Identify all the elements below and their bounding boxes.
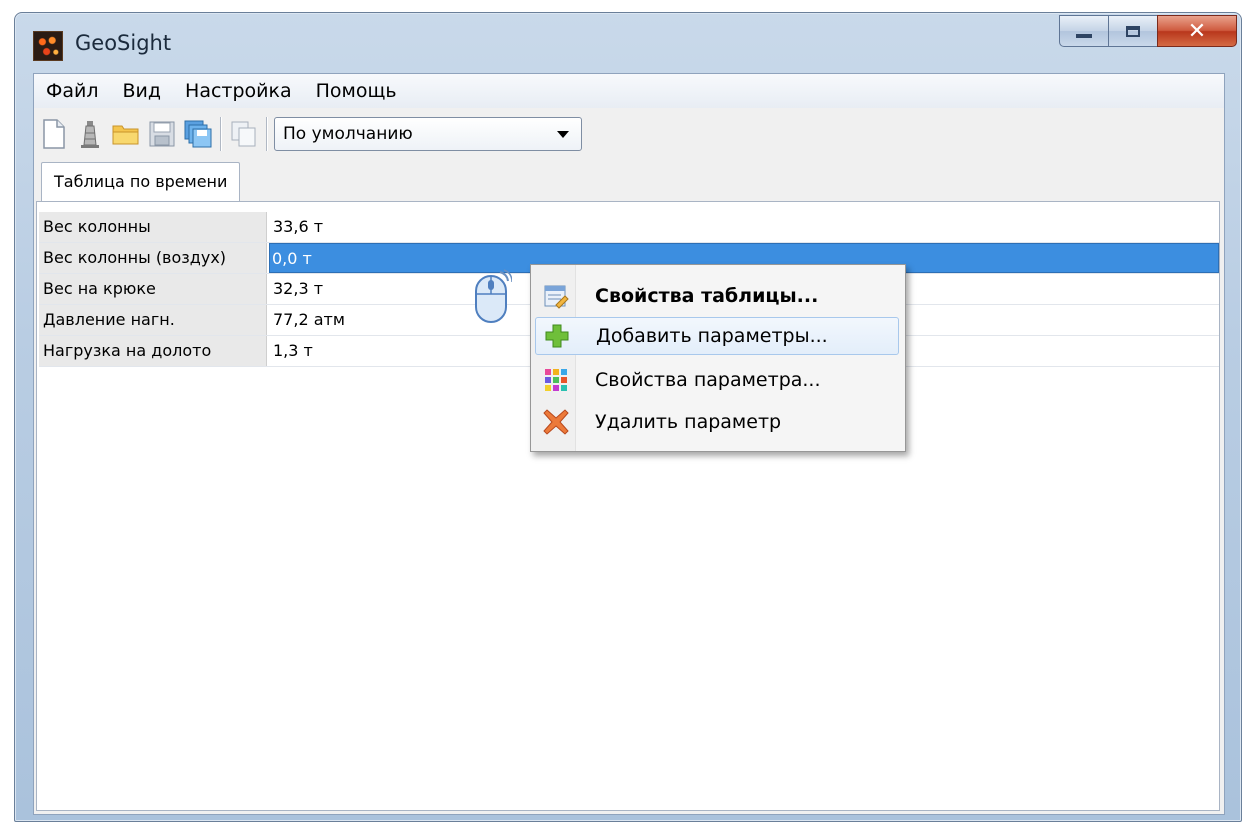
close-button[interactable]: ✕ xyxy=(1157,15,1237,47)
minimize-button[interactable] xyxy=(1059,15,1109,47)
color-grid-icon xyxy=(545,369,567,391)
param-name: Давление нагн. xyxy=(39,305,267,335)
preset-select-value: По умолчанию xyxy=(283,124,413,144)
menu-table-properties-label: Свойства таблицы... xyxy=(595,285,819,307)
right-click-mouse-icon xyxy=(475,269,512,323)
minimize-icon xyxy=(1076,34,1092,38)
menu-help[interactable]: Помощь xyxy=(304,74,409,108)
close-icon: ✕ xyxy=(1187,18,1207,44)
new-document-button[interactable] xyxy=(38,116,70,152)
chevron-down-icon xyxy=(557,130,569,138)
tower-icon xyxy=(81,121,99,148)
tab-time-table[interactable]: Таблица по времени xyxy=(41,162,241,203)
table-row[interactable]: Вес колонны 33,6 т xyxy=(39,212,1219,243)
save-all-button[interactable] xyxy=(182,116,214,152)
save-icon xyxy=(149,121,175,147)
toolbar: По умолчанию xyxy=(34,110,1228,158)
menu-delete-parameter[interactable]: Удалить параметр xyxy=(535,403,899,441)
open-folder-button[interactable] xyxy=(110,116,142,152)
title-bar[interactable]: GeoSight ✕ xyxy=(15,13,1241,73)
maximize-icon xyxy=(1126,25,1140,37)
save-button[interactable] xyxy=(146,116,178,152)
param-name: Вес на крюке xyxy=(39,274,267,304)
context-menu: Свойства таблицы... Добавить параметры..… xyxy=(530,264,906,452)
menu-table-properties[interactable]: Свойства таблицы... xyxy=(535,277,899,315)
menu-parameter-properties-label: Свойства параметра... xyxy=(595,369,821,391)
window-title: GeoSight xyxy=(75,31,172,55)
menu-view[interactable]: Вид xyxy=(111,74,174,108)
menu-settings[interactable]: Настройка xyxy=(173,74,304,108)
param-value: 33,6 т xyxy=(273,217,324,236)
param-name: Нагрузка на долото xyxy=(39,336,267,366)
save-all-icon xyxy=(184,120,212,148)
toolbar-separator xyxy=(220,117,222,151)
param-name: Вес колонны (воздух) xyxy=(39,243,267,273)
delete-x-icon xyxy=(543,409,569,435)
tower-button[interactable] xyxy=(74,116,106,152)
menu-bar: Файл Вид Настройка Помощь xyxy=(34,74,1224,108)
menu-file[interactable]: Файл xyxy=(34,74,111,108)
new-document-icon xyxy=(43,119,65,149)
menu-add-parameters-label: Добавить параметры... xyxy=(596,325,828,347)
open-folder-icon xyxy=(112,125,139,145)
copy-icon xyxy=(231,121,256,147)
add-plus-icon xyxy=(545,324,569,348)
maximize-button[interactable] xyxy=(1108,15,1158,47)
app-logo-icon xyxy=(33,31,63,61)
param-name: Вес колонны xyxy=(39,212,267,242)
table-properties-icon xyxy=(544,285,569,309)
copy-button[interactable] xyxy=(228,116,260,152)
menu-add-parameters[interactable]: Добавить параметры... xyxy=(535,317,899,355)
toolbar-separator xyxy=(266,117,268,151)
menu-parameter-properties[interactable]: Свойства параметра... xyxy=(535,361,899,399)
menu-delete-parameter-label: Удалить параметр xyxy=(595,411,782,433)
preset-select[interactable]: По умолчанию xyxy=(274,117,582,151)
